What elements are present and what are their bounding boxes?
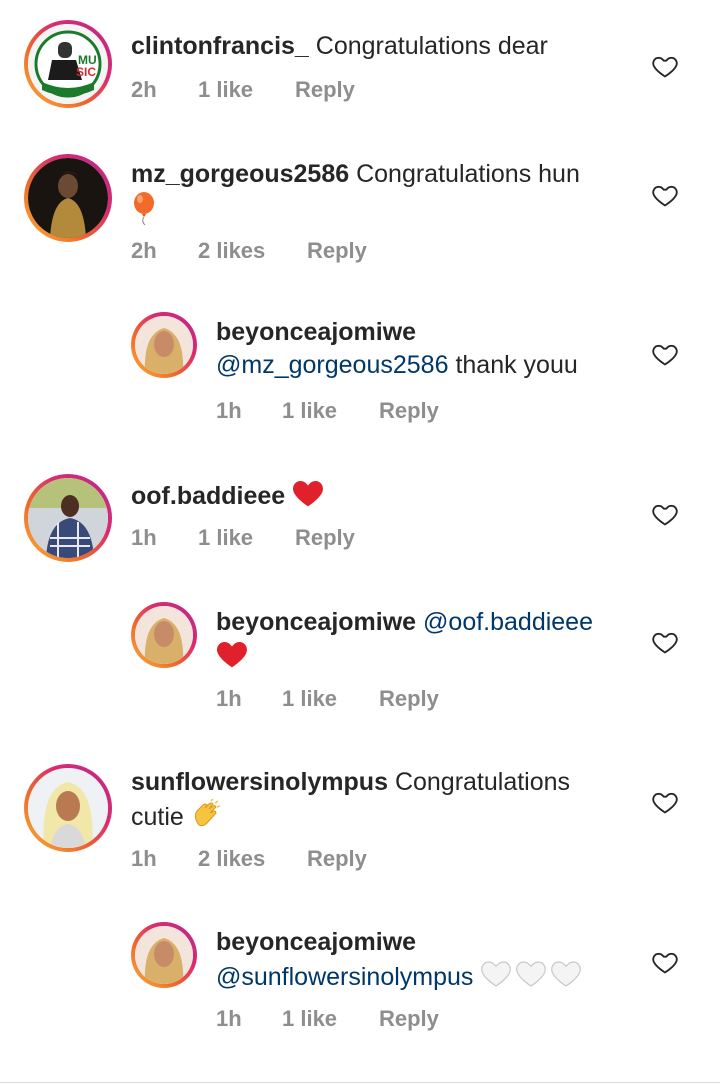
comment-username[interactable]: sunflowersinolympus — [131, 768, 388, 796]
mention-link[interactable]: @sunflowersinolympus — [216, 963, 473, 991]
avatar[interactable] — [131, 602, 197, 668]
comment-meta: 2h 2 likes Reply — [131, 238, 367, 264]
reply-button[interactable]: Reply — [379, 398, 439, 424]
comment-meta: 1h 1 like Reply — [131, 525, 355, 551]
comment-likes[interactable]: 1 like — [282, 686, 379, 712]
avatar[interactable]: MU SIC — [24, 20, 112, 108]
comment-username[interactable]: oof.baddieee — [131, 482, 285, 510]
reply-button[interactable]: Reply — [379, 686, 439, 712]
reply-button[interactable]: Reply — [307, 846, 367, 872]
comment-time: 1h — [216, 1006, 242, 1031]
comment-time: 2h — [131, 238, 157, 263]
comment-meta: 1h 1 like Reply — [216, 1006, 439, 1032]
comment-meta: 1h 1 like Reply — [216, 398, 439, 424]
comment-username[interactable]: beyonceajomiwe — [216, 608, 416, 636]
comment-item: mz_gorgeous2586 Congratulations hun 2h 2… — [0, 130, 720, 280]
red-heart-emoji — [216, 639, 248, 678]
avatar[interactable] — [24, 764, 112, 852]
heart-outline-icon[interactable] — [651, 181, 679, 209]
comment-time: 1h — [216, 686, 242, 711]
comment-likes[interactable]: 1 like — [282, 398, 379, 424]
divider — [0, 1082, 720, 1083]
comment-item: oof.baddieee 1h 1 like Reply — [0, 450, 720, 590]
red-heart-emoji — [292, 478, 324, 517]
comment-text: Congratulations — [394, 768, 571, 796]
comment-time: 1h — [216, 398, 242, 423]
comment-meta: 2h 1 like Reply — [131, 77, 355, 103]
heart-outline-icon[interactable] — [651, 500, 679, 528]
comment-text: thank youu — [455, 351, 578, 379]
comment-likes[interactable]: 1 like — [282, 1006, 379, 1032]
comment-meta: 1h 1 like Reply — [216, 686, 439, 712]
comment-likes[interactable]: 2 likes — [198, 846, 307, 872]
reply-button[interactable]: Reply — [379, 1006, 439, 1032]
comment-time: 2h — [131, 77, 157, 102]
svg-text:SIC: SIC — [76, 65, 96, 79]
comment-item: sunflowersinolympus Congratulations cuti… — [0, 740, 720, 900]
comment-time: 1h — [131, 846, 157, 871]
mention-link[interactable]: @mz_gorgeous2586 — [216, 351, 448, 379]
avatar[interactable] — [131, 312, 197, 378]
comment-username[interactable]: beyonceajomiwe — [216, 318, 416, 346]
heart-outline-icon[interactable] — [651, 340, 679, 368]
reply-item: beyonceajomiwe @sunflowersinolympus 1h 1… — [0, 910, 720, 1085]
white-hearts-emoji — [480, 959, 582, 998]
comment-text: Congratulations dear — [315, 32, 548, 60]
reply-item: beyonceajomiwe @oof.baddieee 1h 1 like R… — [0, 590, 720, 740]
comment-meta: 1h 2 likes Reply — [131, 846, 367, 872]
comment-username[interactable]: beyonceajomiwe — [216, 928, 416, 956]
comment-likes[interactable]: 1 like — [198, 525, 295, 551]
balloon-emoji — [131, 191, 157, 234]
avatar[interactable] — [24, 474, 112, 562]
reply-button[interactable]: Reply — [307, 238, 367, 264]
comment-time: 1h — [131, 525, 157, 550]
comment-likes[interactable]: 1 like — [198, 77, 295, 103]
heart-outline-icon[interactable] — [651, 52, 679, 80]
avatar[interactable] — [131, 922, 197, 988]
reply-button[interactable]: Reply — [295, 77, 355, 103]
avatar[interactable] — [24, 154, 112, 242]
clapping-hands-emoji — [191, 798, 221, 838]
heart-outline-icon[interactable] — [651, 788, 679, 816]
comment-username[interactable]: mz_gorgeous2586 — [131, 160, 349, 188]
comment-username[interactable]: clintonfrancis_ — [131, 32, 309, 60]
reply-item: beyonceajomiwe @mz_gorgeous2586 thank yo… — [0, 300, 720, 450]
reply-button[interactable]: Reply — [295, 525, 355, 551]
comment-text-continued: cutie — [131, 803, 184, 832]
comment-text: Congratulations hun — [356, 160, 580, 188]
heart-outline-icon[interactable] — [651, 628, 679, 656]
mention-link[interactable]: @oof.baddieee — [423, 608, 593, 636]
comment-likes[interactable]: 2 likes — [198, 238, 307, 264]
comment-item: MU SIC clintonfrancis_ Congratulations d… — [0, 0, 720, 130]
heart-outline-icon[interactable] — [651, 948, 679, 976]
